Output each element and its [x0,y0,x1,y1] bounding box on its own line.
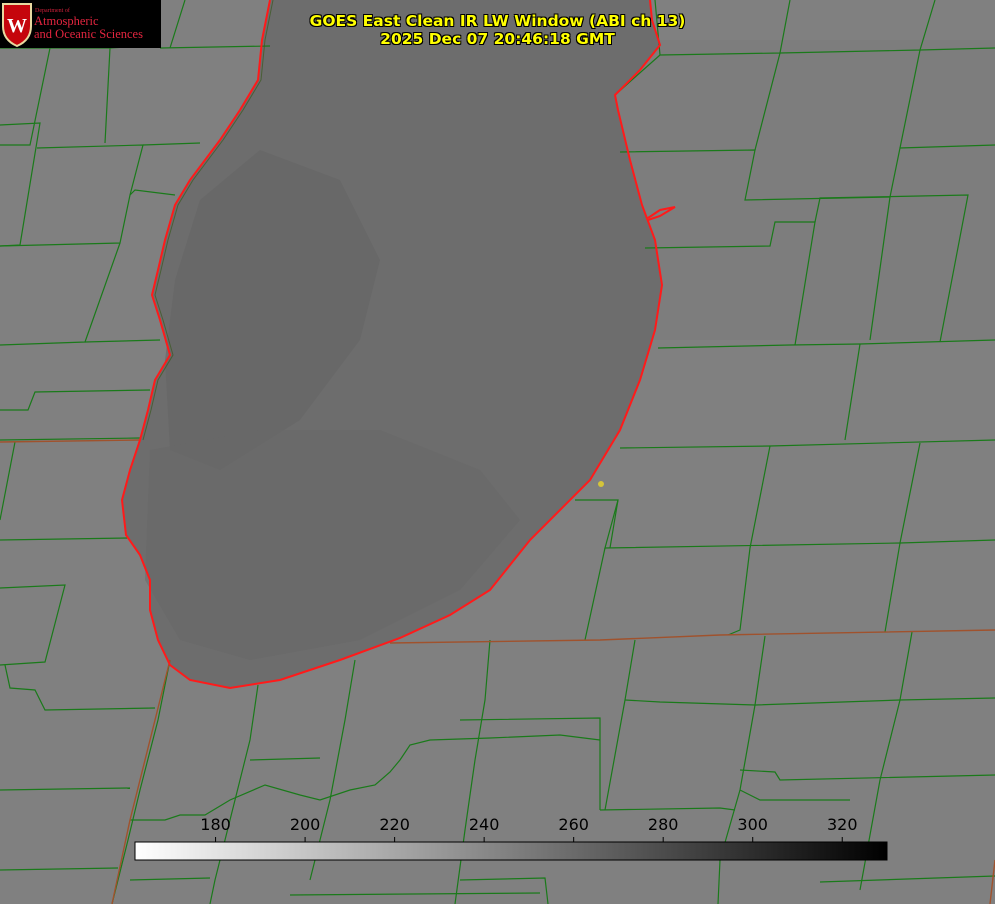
colorbar-tick-label: 300 [737,815,768,834]
image-timestamp: 2025 Dec 07 20:46:18 GMT [380,30,615,48]
map-canvas [0,0,995,904]
colorbar-tick-label: 320 [826,815,858,834]
colorbar-tick-label: 180 [200,815,231,834]
station-marker [598,481,604,487]
colorbar-tick-label: 260 [558,815,589,834]
colorbar-tick-label: 280 [647,815,679,834]
image-title: GOES East Clean IR LW Window (ABI ch 13) [309,12,686,30]
colorbar-tick-label: 220 [379,815,410,834]
colorbar-tick-label: 240 [468,815,500,834]
colorbar [134,841,888,861]
satellite-map-view: W Department of Atmospheric and Oceanic … [0,0,995,904]
colorbar-tick-label: 200 [289,815,321,834]
colorbar-labels: 180 200 220 240 260 280 300 320 [0,815,995,835]
